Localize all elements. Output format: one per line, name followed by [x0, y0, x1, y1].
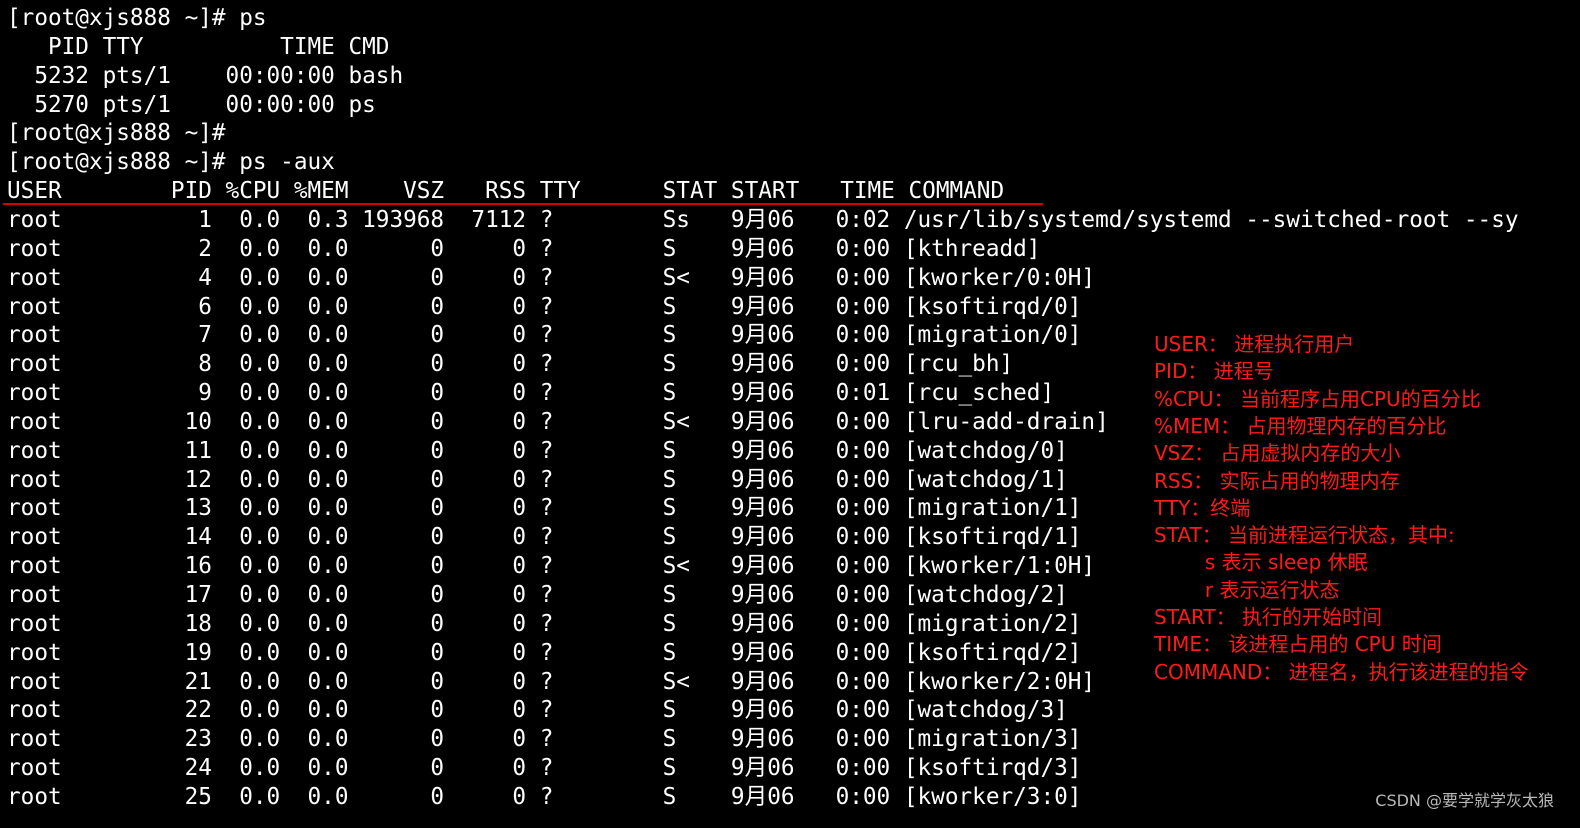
annotation-vsz: VSZ： 占用虚拟内存的大小 [1154, 441, 1401, 466]
process-row: root 9 0.0 0.0 0 0 ? S 9月06 0:01 [rcu_sc… [7, 380, 1055, 407]
process-row: root 11 0.0 0.0 0 0 ? S 9月06 0:00 [watch… [7, 437, 1068, 464]
process-row: root 13 0.0 0.0 0 0 ? S 9月06 0:00 [migra… [7, 495, 1082, 522]
annotation-stat: STAT： 当前进程运行状态，其中: [1154, 523, 1455, 548]
process-row: root 18 0.0 0.0 0 0 ? S 9月06 0:00 [migra… [7, 610, 1082, 637]
process-row: root 25 0.0 0.0 0 0 ? S 9月06 0:00 [kwork… [7, 783, 1082, 810]
process-row: root 21 0.0 0.0 0 0 ? S< 9月06 0:00 [kwor… [7, 668, 1096, 695]
process-row: root 22 0.0 0.0 0 0 ? S 9月06 0:00 [watch… [7, 697, 1068, 724]
process-row: root 1 0.0 0.3 193968 7112 ? Ss 9月06 0:0… [7, 206, 1519, 233]
ps-row: 5232 pts/1 00:00:00 bash [7, 62, 404, 89]
process-row: root 17 0.0 0.0 0 0 ? S 9月06 0:00 [watch… [7, 582, 1068, 608]
annotation-stat-r: r 表示运行状态 [1154, 577, 1340, 602]
watermark: CSDN @要学就学灰太狼 [1375, 791, 1554, 810]
process-row: root 10 0.0 0.0 0 0 ? S< 9月06 0:00 [lru-… [7, 408, 1109, 435]
annotation-user: USER： 进程执行用户 [1154, 332, 1355, 356]
process-row: root 4 0.0 0.0 0 0 ? S< 9月06 0:00 [kwork… [7, 264, 1096, 291]
terminal-window[interactable]: [root@xjs888 ~]# ps PID TTY TIME CMD 523… [0, 0, 1580, 828]
annotation-rss: RSS： 实际占用的物理内存 [1154, 468, 1400, 493]
process-row: root 2 0.0 0.0 0 0 ? S 9月06 0:00 [kthrea… [7, 235, 1041, 262]
annotation-cpu: %CPU： 当前程序占用CPU的百分比 [1154, 386, 1481, 411]
annotation-command: COMMAND： 进程名，执行该进程的指令 [1154, 659, 1529, 684]
process-row: root 14 0.0 0.0 0 0 ? S 9月06 0:00 [ksoft… [7, 524, 1082, 551]
annotation-start: START： 执行的开始时间 [1154, 605, 1383, 629]
header-underline [3, 203, 1043, 205]
prompt-line: [root@xjs888 ~]# ps -aux [7, 149, 335, 176]
ps-header-line: PID TTY TIME CMD [7, 33, 390, 60]
prompt-line: [root@xjs888 ~]# ps [7, 5, 267, 31]
annotation-time: TIME： 该进程占用的 CPU 时间 [1154, 632, 1442, 657]
annotation-pid: PID： 进程号 [1154, 359, 1274, 384]
process-row: root 8 0.0 0.0 0 0 ? S 9月06 0:00 [rcu_bh… [7, 351, 1014, 378]
process-row: root 7 0.0 0.0 0 0 ? S 9月06 0:00 [migrat… [7, 322, 1082, 349]
annotation-mem: %MEM： 占用物理内存的百分比 [1154, 413, 1447, 438]
ps-row: 5270 pts/1 00:00:00 ps [7, 91, 376, 118]
prompt-line: [root@xjs888 ~]# [7, 120, 226, 147]
process-row: root 6 0.0 0.0 0 0 ? S 9月06 0:00 [ksofti… [7, 293, 1082, 320]
process-row: root 16 0.0 0.0 0 0 ? S< 9月06 0:00 [kwor… [7, 553, 1096, 580]
process-row: root 12 0.0 0.0 0 0 ? S 9月06 0:00 [watch… [7, 466, 1068, 493]
process-row: root 24 0.0 0.0 0 0 ? S 9月06 0:00 [ksoft… [7, 755, 1082, 782]
annotation-stat-s: s 表示 sleep 休眠 [1154, 550, 1368, 575]
process-row: root 23 0.0 0.0 0 0 ? S 9月06 0:00 [migra… [7, 726, 1082, 753]
aux-header-line: USER PID %CPU %MEM VSZ RSS TTY STAT STAR… [7, 178, 1005, 205]
process-row: root 19 0.0 0.0 0 0 ? S 9月06 0:00 [ksoft… [7, 639, 1082, 666]
annotation-tty: TTY：终端 [1154, 495, 1251, 520]
